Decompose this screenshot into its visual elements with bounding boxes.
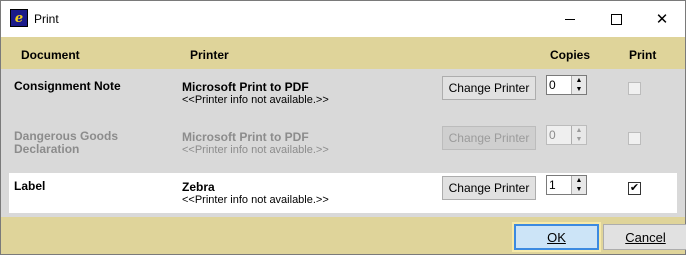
spin-up-icon[interactable]: ▲	[572, 76, 586, 85]
close-icon: ✕	[655, 10, 669, 28]
table-row: Consignment Note Microsoft Print to PDF …	[9, 73, 677, 113]
column-copies: Copies	[550, 48, 591, 62]
spin-down-icon[interactable]: ▼	[572, 85, 586, 94]
printer-info: <<Printer info not available.>>	[182, 194, 329, 206]
change-printer-button: Change Printer	[442, 126, 536, 150]
printer-name: Microsoft Print to PDF	[182, 80, 309, 94]
copies-value[interactable]: 0	[549, 78, 556, 92]
copies-value: 0	[549, 128, 556, 142]
ok-button[interactable]: OK	[512, 222, 601, 252]
copies-stepper[interactable]: 1 ▲ ▼	[546, 175, 587, 195]
spin-up-icon: ▲	[575, 127, 583, 134]
document-grid: Consignment Note Microsoft Print to PDF …	[1, 69, 685, 217]
copies-stepper[interactable]: 0 ▲ ▼	[546, 75, 587, 95]
document-name: Consignment Note	[14, 79, 121, 93]
print-checkbox	[628, 132, 641, 145]
printer-info: <<Printer info not available.>>	[182, 94, 329, 106]
table-row: Dangerous Goods Declaration Microsoft Pr…	[9, 123, 677, 163]
document-name: Label	[14, 179, 46, 193]
column-print: Print	[629, 48, 657, 62]
spin-up-icon[interactable]: ▲	[572, 176, 586, 185]
printer-info: <<Printer info not available.>>	[182, 144, 329, 156]
change-printer-button[interactable]: Change Printer	[442, 176, 536, 200]
change-printer-button[interactable]: Change Printer	[442, 76, 536, 100]
table-row: Label Zebra <<Printer info not available…	[9, 173, 677, 213]
button-bar: OK Cancel	[1, 217, 686, 254]
printer-name: Zebra	[182, 180, 215, 194]
title-bar: e Print ✕	[1, 1, 685, 37]
close-button[interactable]: ✕	[639, 1, 685, 37]
column-header: Document Printer Copies Print	[1, 37, 685, 69]
window-title: Print	[34, 12, 59, 26]
minimize-button[interactable]	[547, 1, 593, 37]
copies-value[interactable]: 1	[549, 178, 556, 192]
spin-down-icon[interactable]: ▼	[572, 185, 586, 194]
copies-stepper: 0 ▲ ▼	[546, 125, 587, 145]
column-printer: Printer	[190, 48, 229, 62]
document-name: Dangerous Goods Declaration	[14, 129, 119, 156]
maximize-icon	[610, 13, 622, 25]
column-document: Document	[21, 48, 80, 62]
maximize-button[interactable]	[593, 1, 639, 37]
print-checkbox[interactable]: ✔	[628, 182, 641, 195]
print-dialog: e Print ✕ Document Printer Copies Print …	[0, 0, 686, 255]
cancel-button[interactable]: Cancel	[603, 224, 686, 250]
print-checkbox[interactable]	[628, 82, 641, 95]
spin-down-icon: ▼	[575, 136, 583, 143]
minimize-icon	[565, 18, 575, 20]
logo-icon: e	[10, 9, 28, 27]
printer-name: Microsoft Print to PDF	[182, 130, 309, 144]
